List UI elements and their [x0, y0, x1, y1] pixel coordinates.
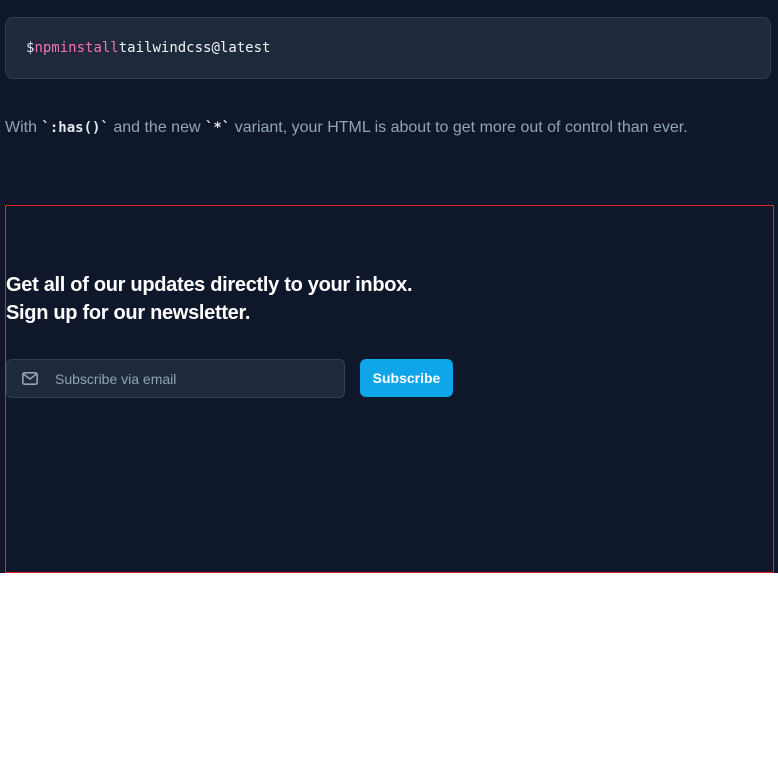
intro-text-1: With: [5, 119, 42, 136]
star-variant-code: `*`: [204, 120, 231, 136]
newsletter-headline: Get all of our updates directly to your …: [6, 271, 413, 327]
email-field[interactable]: [6, 359, 345, 398]
subscribe-button[interactable]: Subscribe: [360, 359, 453, 397]
dark-content-area: $ npm install tailwindcss@latest With `:…: [0, 0, 778, 573]
mail-icon: [21, 370, 39, 388]
package-name: tailwindcss@latest: [118, 40, 271, 56]
has-selector-code: `:has()`: [41, 120, 109, 136]
intro-text-3: variant, your HTML is about to get more …: [230, 119, 688, 136]
newsletter-section: Get all of our updates directly to your …: [5, 205, 774, 573]
newsletter-headline-line-2: Sign up for our newsletter.: [6, 302, 251, 324]
intro-text-2: and the new: [108, 119, 205, 136]
command-subcommand: install: [59, 40, 119, 56]
install-command-block: $ npm install tailwindcss@latest: [5, 17, 771, 79]
page: $ npm install tailwindcss@latest With `:…: [0, 0, 778, 778]
shell-prompt: $: [26, 40, 35, 56]
intro-paragraph: With `:has()` and the new `*` variant, y…: [5, 117, 775, 139]
command-name: npm: [34, 40, 60, 56]
newsletter-headline-line-1: Get all of our updates directly to your …: [6, 274, 413, 296]
email-input[interactable]: [55, 360, 344, 397]
